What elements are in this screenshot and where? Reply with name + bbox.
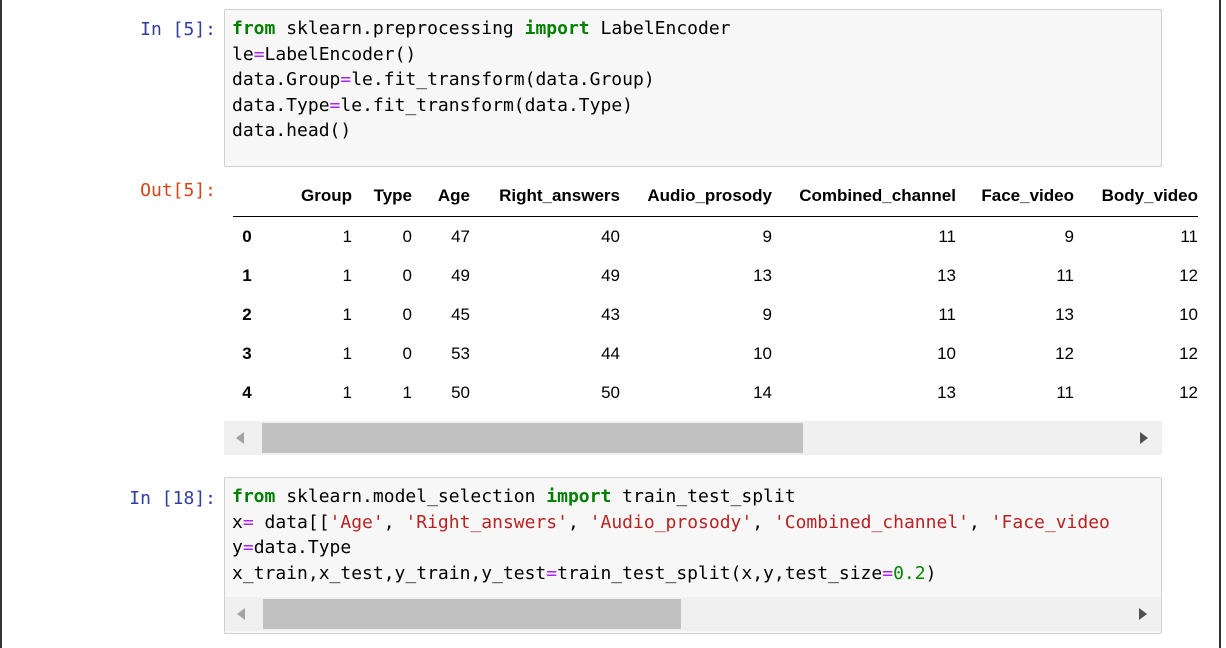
out-prompt-5: Out[5]: — [140, 180, 216, 201]
table-row: 4 1 1 50 50 14 13 11 12 — [233, 373, 1198, 412]
column-header: Age — [412, 176, 470, 217]
table-cell: 0 — [402, 304, 412, 324]
table-cell: 14 — [753, 382, 772, 402]
table-cell: 1 — [342, 265, 352, 285]
table-cell: 40 — [601, 226, 620, 246]
in-prompt-5: In [5]: — [140, 19, 216, 40]
table-cell: 9 — [762, 304, 772, 324]
code-editor-18[interactable]: from sklearn.model_selection import trai… — [225, 478, 1161, 586]
table-cell: 11 — [1180, 226, 1198, 246]
column-header: Face_video — [956, 176, 1074, 217]
code-cell-5[interactable]: from sklearn.preprocessing import LabelE… — [224, 9, 1162, 167]
scroll-left-arrow-icon[interactable] — [236, 432, 244, 444]
in-prompt-18: In [18]: — [129, 488, 216, 509]
right-border — [1219, 0, 1221, 648]
table-cell: 12 — [1179, 343, 1198, 363]
table-cell: 11 — [1056, 382, 1074, 402]
scroll-right-arrow-icon[interactable] — [1139, 608, 1147, 620]
table-cell: 13 — [1055, 304, 1074, 324]
table-cell: 49 — [451, 265, 470, 285]
table-cell: 12 — [1055, 343, 1074, 363]
table-cell: 1 — [342, 226, 352, 246]
table-cell: 13 — [937, 265, 956, 285]
table-cell: 49 — [601, 265, 620, 285]
scrollbar-thumb[interactable] — [262, 423, 803, 453]
table-row: 3 1 0 53 44 10 10 12 12 — [233, 334, 1198, 373]
table-cell: 0 — [402, 226, 412, 246]
table-cell: 9 — [1064, 226, 1074, 246]
table-cell: 1 — [342, 343, 352, 363]
code-line: data.Type=le.fit_transform(data.Type) — [232, 94, 633, 116]
row-index: 1 — [242, 265, 252, 285]
table-cell: 0 — [402, 343, 412, 363]
row-index: 2 — [242, 304, 252, 324]
column-header: Combined_channel — [772, 176, 956, 217]
table-cell: 13 — [753, 265, 772, 285]
table-row: 2 1 0 45 43 9 11 13 10 — [233, 295, 1198, 334]
scrollbar-thumb[interactable] — [263, 599, 681, 629]
table-cell: 43 — [601, 304, 620, 324]
table-cell: 11 — [938, 304, 956, 324]
table-cell: 12 — [1179, 382, 1198, 402]
table-header-row: Group Type Age Right_answers Audio_proso… — [233, 176, 1198, 217]
table-row: 1 1 0 49 49 13 13 11 12 — [233, 256, 1198, 295]
column-header: Right_answers — [470, 176, 620, 217]
column-header: Body_video — [1074, 176, 1198, 217]
code-line: le=LabelEncoder() — [232, 43, 417, 65]
code-cell-18[interactable]: from sklearn.model_selection import trai… — [224, 477, 1162, 634]
code-line: x_train,x_test,y_train,y_test=train_test… — [232, 562, 937, 584]
table-cell: 47 — [451, 226, 470, 246]
scroll-left-arrow-icon[interactable] — [237, 608, 245, 620]
row-index: 4 — [242, 382, 252, 402]
column-header: Group — [261, 176, 352, 217]
table-cell: 0 — [402, 265, 412, 285]
table-cell: 10 — [753, 343, 772, 363]
column-header: Type — [352, 176, 412, 217]
table-cell: 50 — [601, 382, 620, 402]
table-cell: 11 — [938, 226, 956, 246]
code-line: from sklearn.preprocessing import LabelE… — [232, 18, 731, 39]
table-cell: 53 — [451, 343, 470, 363]
column-header: Audio_prosody — [620, 176, 772, 217]
code-horizontal-scrollbar[interactable] — [225, 597, 1161, 631]
code-editor-5[interactable]: from sklearn.preprocessing import LabelE… — [225, 10, 1161, 144]
table-cell: 11 — [1056, 265, 1074, 285]
table-cell: 1 — [342, 304, 352, 324]
code-line: y=data.Type — [232, 537, 352, 558]
code-line: data.head() — [232, 120, 352, 141]
table-cell: 44 — [601, 343, 620, 363]
table-cell: 10 — [937, 343, 956, 363]
table-cell: 12 — [1179, 265, 1198, 285]
table-cell: 50 — [451, 382, 470, 402]
table-cell: 1 — [342, 382, 352, 402]
table-cell: 13 — [937, 382, 956, 402]
table-cell: 10 — [1179, 304, 1198, 324]
dataframe-output: Group Type Age Right_answers Audio_proso… — [233, 176, 1198, 412]
table-cell: 9 — [762, 226, 772, 246]
table-cell: 45 — [451, 304, 470, 324]
row-index: 0 — [242, 226, 252, 246]
table-row: 0 1 0 47 40 9 11 9 11 — [233, 217, 1198, 257]
code-line: from sklearn.model_selection import trai… — [232, 486, 796, 507]
table-cell: 1 — [402, 382, 412, 402]
code-line: data.Group=le.fit_transform(data.Group) — [232, 69, 655, 90]
code-line: x= data[['Age', 'Right_answers', 'Audio_… — [232, 511, 1110, 533]
scroll-right-arrow-icon[interactable] — [1140, 432, 1148, 444]
index-header — [233, 176, 261, 217]
row-index: 3 — [242, 343, 252, 363]
output-horizontal-scrollbar[interactable] — [224, 421, 1162, 455]
left-border — [0, 0, 2, 648]
